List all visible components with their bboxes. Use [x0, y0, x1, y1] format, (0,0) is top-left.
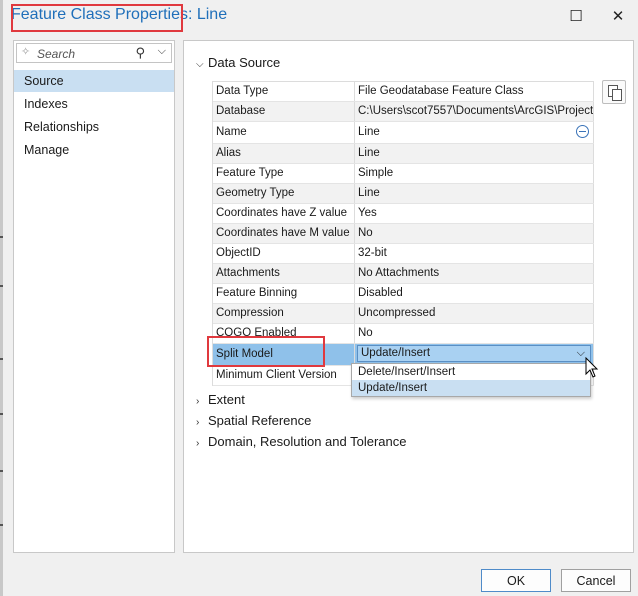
title-bar: Feature Class Properties: Line ☐ ✕	[3, 0, 638, 34]
background-window-strip	[0, 0, 3, 596]
chevron-down-icon: ⌵	[196, 59, 204, 70]
table-row: ObjectID 32-bit	[213, 244, 594, 264]
search-icon[interactable]: ⚲	[135, 45, 145, 61]
nav-item-relationships[interactable]: Relationships	[14, 116, 174, 138]
table-row: Coordinates have M value No	[213, 224, 594, 244]
close-button[interactable]: ✕	[606, 5, 630, 27]
split-model-dropdown[interactable]: Update/Insert ⌵	[357, 345, 591, 362]
table-row: Data Type File Geodatabase Feature Class	[213, 82, 594, 102]
chevron-right-icon: ›	[196, 438, 200, 449]
table-row: Name Line	[213, 122, 594, 144]
table-row: Geometry Type Line	[213, 184, 594, 204]
name-field[interactable]: Line	[355, 122, 594, 143]
ok-button[interactable]: OK	[481, 569, 551, 592]
chevron-down-icon[interactable]: ⌵	[158, 45, 166, 58]
section-extent[interactable]: › Extent	[196, 392, 245, 407]
sparkle-icon: ✧	[21, 46, 31, 58]
table-row: Database C:\Users\scot7557\Documents\Arc…	[213, 102, 594, 122]
search-placeholder: Search	[37, 47, 76, 61]
nav-item-source[interactable]: Source	[14, 70, 174, 92]
chevron-right-icon: ›	[196, 417, 200, 428]
dropdown-option[interactable]: Delete/Insert/Insert	[352, 364, 590, 380]
copy-icon[interactable]	[602, 80, 626, 104]
section-spatial-reference[interactable]: › Spatial Reference	[196, 413, 311, 428]
chevron-down-icon: ⌵	[576, 347, 585, 359]
section-data-source[interactable]: ⌵ Data Source	[196, 55, 280, 70]
mouse-cursor-icon	[585, 357, 599, 378]
alias-field[interactable]: Line	[355, 144, 594, 163]
split-model-highlight-box	[207, 336, 325, 367]
table-row: Coordinates have Z value Yes	[213, 204, 594, 224]
table-row: Feature Binning Disabled	[213, 284, 594, 304]
split-model-options: Delete/Insert/Insert Update/Insert	[351, 363, 591, 397]
search-input[interactable]: ✧ Search ⚲ ⌵	[16, 43, 172, 63]
table-row: Feature Type Simple	[213, 164, 594, 184]
restore-button[interactable]: ☐	[564, 5, 588, 27]
nav-item-manage[interactable]: Manage	[14, 139, 174, 161]
table-row: Alias Line	[213, 144, 594, 164]
globe-icon[interactable]	[576, 125, 589, 138]
property-navigation: ✧ Search ⚲ ⌵ Source Indexes Relationship…	[13, 40, 175, 553]
nav-item-indexes[interactable]: Indexes	[14, 93, 174, 115]
title-highlight-box	[11, 4, 183, 32]
properties-panel: ⌵ Data Source Data Type File Geodatabase …	[183, 40, 634, 553]
section-domain-resolution-tolerance[interactable]: › Domain, Resolution and Tolerance	[196, 434, 407, 449]
table-row: Compression Uncompressed	[213, 304, 594, 324]
cancel-button[interactable]: Cancel	[561, 569, 631, 592]
chevron-right-icon: ›	[196, 396, 200, 407]
table-row: Attachments No Attachments	[213, 264, 594, 284]
dropdown-option[interactable]: Update/Insert	[352, 380, 590, 396]
